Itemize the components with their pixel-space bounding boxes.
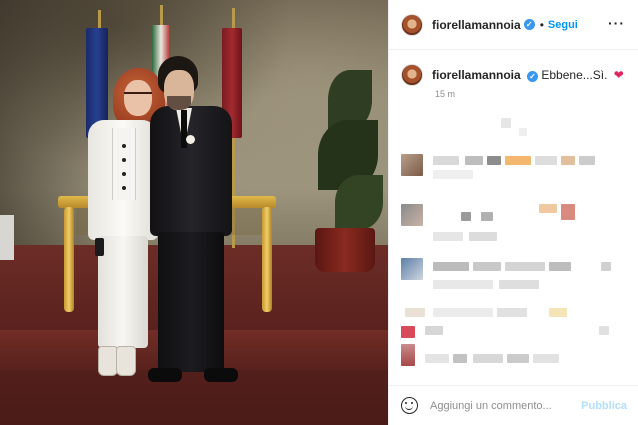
publish-button[interactable]: Pubblica (581, 400, 627, 412)
blurred-comment-fragment (505, 156, 531, 165)
blurred-comment-fragment (465, 156, 483, 165)
heart-emoji-icon: ❤ (613, 68, 624, 82)
post-header: fiorellamannoia ✓ • Segui ··· (389, 0, 638, 50)
blurred-comment-fragment (501, 118, 511, 128)
plant-pot (315, 228, 375, 272)
blurred-comment-fragment (579, 156, 595, 165)
blurred-comment-fragment (473, 354, 503, 363)
blurred-avatar (401, 204, 423, 226)
post-photo[interactable] (0, 0, 388, 425)
vest-button (122, 186, 126, 190)
blurred-comment-fragment (425, 326, 443, 335)
blurred-comment-fragment (405, 308, 425, 317)
blurred-avatar (401, 258, 423, 280)
blurred-comment-fragment (533, 354, 559, 363)
man-black-suit (150, 106, 232, 236)
emoji-icon[interactable] (401, 397, 418, 414)
post-caption: fiorellamannoia ✓ Ebbene...Sì. ❤ (401, 64, 624, 86)
man-shoe (204, 368, 238, 382)
blurred-comment-fragment (433, 170, 473, 179)
vest-button (122, 144, 126, 148)
blurred-comment-fragment (433, 232, 463, 241)
vest-button (122, 158, 126, 162)
blurred-comment-fragment (561, 156, 575, 165)
blurred-comment-fragment (433, 280, 493, 289)
blurred-comment-fragment (461, 212, 471, 221)
more-options-icon[interactable]: ··· (608, 15, 625, 31)
blurred-comment-fragment (549, 262, 571, 271)
blurred-comment-fragment (519, 128, 527, 136)
man-pants (158, 232, 224, 372)
woman-white-pants (98, 236, 148, 348)
woman-face (124, 80, 152, 116)
profile-avatar[interactable] (401, 13, 423, 36)
woman-phone (95, 238, 104, 256)
man-shoe (148, 368, 182, 382)
blurred-comment-fragment (425, 354, 449, 363)
blurred-comment-fragment (539, 204, 557, 213)
post-side-panel: fiorellamannoia ✓ • Segui ··· fiorellama… (388, 0, 638, 425)
blurred-comment-fragment (433, 308, 493, 317)
woman-sneaker (116, 346, 136, 376)
follow-button[interactable]: Segui (548, 19, 578, 31)
separator-dot: • (539, 17, 544, 32)
blurred-comment-fragment (499, 280, 539, 289)
verified-badge-icon: ✓ (523, 19, 535, 30)
plant-leaves (335, 175, 383, 230)
white-chair (0, 215, 14, 260)
comment-input[interactable] (430, 399, 570, 412)
blurred-comment-fragment (481, 212, 493, 221)
blurred-avatar (401, 326, 415, 338)
header-username[interactable]: fiorellamannoia (432, 18, 521, 32)
blurred-avatar (401, 154, 423, 176)
woman-glasses (124, 92, 152, 98)
vest-button (122, 172, 126, 176)
blurred-comment-fragment (473, 262, 501, 271)
blurred-comment-fragment (433, 262, 469, 271)
caption-text-wrap: fiorellamannoia ✓ Ebbene...Sì. ❤ (432, 68, 624, 82)
verified-badge-icon: ✓ (527, 71, 539, 82)
blurred-comment-fragment (433, 156, 459, 165)
caption-username[interactable]: fiorellamannoia (432, 68, 521, 82)
table-leg-right (262, 207, 272, 312)
blurred-comment-fragment (535, 156, 557, 165)
blurred-comment-fragment (505, 262, 545, 271)
blurred-comment-fragment (599, 326, 609, 335)
blurred-comment-fragment (487, 156, 501, 165)
woman-sneaker (98, 346, 118, 376)
blurred-comment-fragment (549, 308, 567, 317)
table-leg-left (64, 207, 74, 312)
blurred-comment-fragment (469, 232, 497, 241)
man-beard (167, 96, 191, 110)
caption-avatar[interactable] (401, 64, 423, 86)
blurred-comment-fragment (601, 262, 611, 271)
blurred-comment-fragment (497, 308, 527, 317)
blurred-comment-fragment (507, 354, 529, 363)
caption-body: Ebbene...Sì. (541, 68, 608, 82)
blurred-comment-fragment (561, 204, 575, 220)
blurred-avatar (401, 344, 415, 366)
comment-bar: Pubblica (389, 385, 638, 425)
boutonniere (186, 135, 195, 144)
blurred-comment-fragment (453, 354, 467, 363)
post-timestamp[interactable]: 15 m (435, 89, 455, 99)
